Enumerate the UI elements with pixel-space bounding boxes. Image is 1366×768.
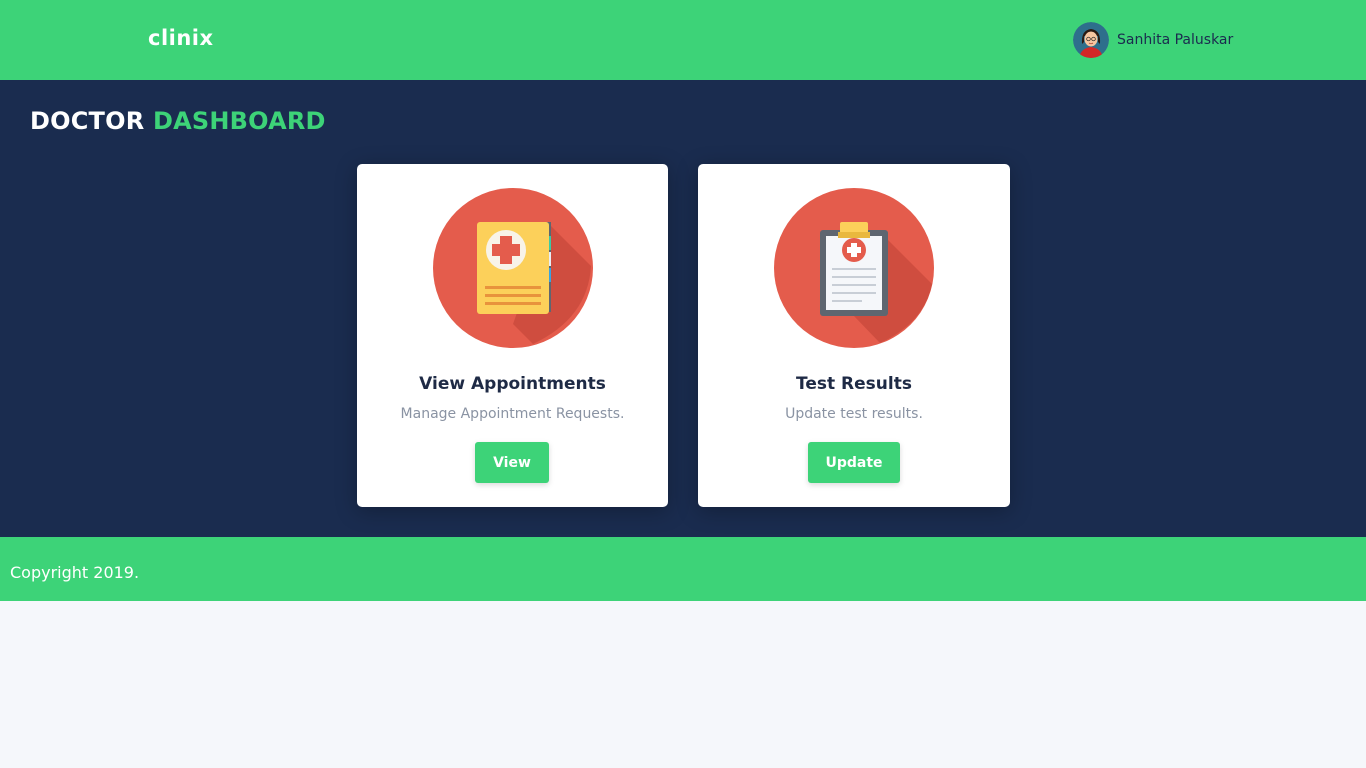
copyright-text: Copyright 2019. [10,563,140,582]
view-button[interactable]: View [475,442,549,483]
medical-clipboard-icon [774,188,934,348]
view-appointments-card: View Appointments Manage Appointment Req… [357,164,668,507]
footer: Copyright 2019. [0,537,1366,601]
update-button[interactable]: Update [808,442,900,483]
card-title: Test Results [796,374,912,394]
page-title-accent: DASHBOARD [152,107,326,135]
user-name[interactable]: Sanhita Paluskar [1117,32,1233,48]
clinix-logo[interactable]: clinix [148,26,214,50]
card-description: Update test results. [785,406,923,422]
card-description: Manage Appointment Requests. [400,406,625,422]
medical-book-icon [432,188,593,348]
top-navbar: clinix Sanhita Paluskar [0,0,1366,80]
user-profile-menu[interactable]: Sanhita Paluskar [1073,22,1233,58]
page-title-primary: DOCTOR [30,107,145,135]
dashboard-section: DOCTOR DASHBOARD View Appointments Manag… [0,80,1366,537]
card-title: View Appointments [419,374,606,394]
page-title: DOCTOR DASHBOARD [30,107,326,135]
test-results-card: Test Results Update test results. Update [698,164,1010,507]
user-avatar-icon[interactable] [1073,22,1109,58]
